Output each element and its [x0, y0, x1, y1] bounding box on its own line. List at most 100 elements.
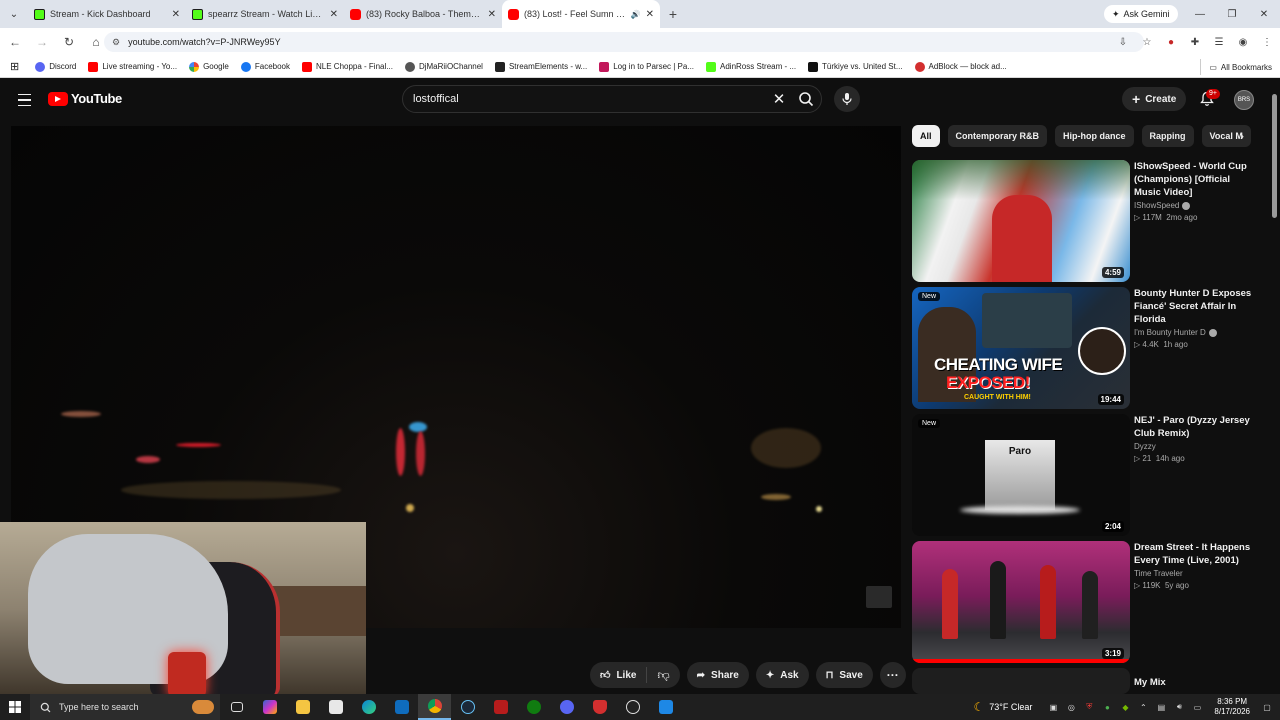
discord-icon[interactable] [550, 694, 583, 720]
back-icon[interactable]: ← [3, 30, 27, 54]
app-blue-icon[interactable] [649, 694, 682, 720]
channel-name[interactable]: IShowSpeed [1134, 201, 1179, 210]
file-explorer-icon[interactable] [286, 694, 319, 720]
voice-search-button[interactable] [834, 86, 860, 112]
recommended-mix[interactable]: My Mix [912, 668, 1252, 694]
close-tab-icon[interactable]: ✕ [646, 9, 654, 20]
browser-tab-spearrz-stream[interactable]: spearrz Stream - Watch Live on ✕ [186, 0, 344, 28]
notification-center-icon[interactable]: ▢ [1260, 700, 1274, 714]
windows-start-icon[interactable] [0, 694, 30, 720]
video-thumbnail[interactable]: CHEATING WIFE EXPOSED! CAUGHT WITH HIM! … [912, 287, 1130, 409]
more-actions-icon[interactable]: ··· [879, 662, 906, 688]
close-tab-icon[interactable]: ✕ [172, 9, 180, 20]
bookmark-star-icon[interactable]: ☆ [1138, 32, 1156, 52]
recommended-video[interactable]: Paro New 2:04 NEJ' - Paro (Dyzzy Jersey … [912, 414, 1252, 536]
notepad-icon[interactable] [319, 694, 352, 720]
video-thumbnail[interactable] [912, 668, 1130, 694]
bookmark-turkiye-vs-united-states[interactable]: Türkiye vs. United St... [802, 61, 908, 72]
search-button[interactable] [791, 86, 821, 112]
tray-xbox-icon[interactable]: ● [1100, 700, 1114, 714]
vpn-shield-icon[interactable] [583, 694, 616, 720]
account-avatar[interactable]: BRS [1234, 90, 1254, 110]
chip-rapping[interactable]: Rapping [1141, 125, 1194, 147]
close-tab-icon[interactable]: ✕ [330, 9, 338, 20]
video-title[interactable]: Bounty Hunter D Exposes Fiancé' Secret A… [1134, 287, 1256, 326]
reading-list-icon[interactable]: ☰ [1210, 32, 1228, 52]
minimize-icon[interactable]: — [1184, 0, 1216, 28]
clear-search-icon[interactable]: ✕ [767, 90, 791, 108]
tray-nvidia-icon[interactable]: ◆ [1118, 700, 1132, 714]
video-thumbnail[interactable]: Paro New 2:04 [912, 414, 1130, 536]
edge-icon[interactable] [352, 694, 385, 720]
tray-overflow-icon[interactable]: ⌃ [1136, 700, 1150, 714]
close-window-icon[interactable]: ✕ [1248, 0, 1280, 28]
battery-icon[interactable]: ▭ [1190, 700, 1204, 714]
tray-vpn-icon[interactable]: ⛨ [1082, 700, 1096, 714]
xbox-icon[interactable] [517, 694, 550, 720]
browser-tab-kick-dashboard[interactable]: Stream - Kick Dashboard ✕ [28, 0, 186, 28]
ask-gemini-button[interactable]: ✦ Ask Gemini [1104, 5, 1178, 23]
audio-playing-icon[interactable]: 🔊 [631, 10, 641, 19]
channel-name[interactable]: Time Traveler [1134, 569, 1183, 578]
new-tab-button[interactable]: + [660, 0, 686, 28]
chevron-right-icon[interactable]: › [1232, 126, 1252, 146]
recommended-video[interactable]: 4:59 IShowSpeed - World Cup (Champions) … [912, 160, 1252, 282]
close-tab-icon[interactable]: ✕ [488, 9, 496, 20]
video-title[interactable]: IShowSpeed - World Cup (Champions) [Offi… [1134, 160, 1256, 199]
recommended-video[interactable]: CHEATING WIFE EXPOSED! CAUGHT WITH HIM! … [912, 287, 1252, 409]
taskbar-clock[interactable]: 8:36 PM 8/17/2026 [1214, 697, 1250, 717]
bookmark-adinross-stream[interactable]: AdinRoss Stream - ... [700, 61, 802, 72]
chip-hip-hop-dance[interactable]: Hip-hop dance [1055, 125, 1134, 147]
tray-app-icon[interactable]: ▣ [1046, 700, 1060, 714]
bookmark-adblock[interactable]: AdBlock — block ad... [909, 61, 1013, 72]
tray-app-icon[interactable]: ◎ [1064, 700, 1078, 714]
reload-icon[interactable]: ↻ [57, 30, 81, 54]
share-button[interactable]: ➦ Share [686, 662, 749, 688]
chip-all[interactable]: All [912, 125, 940, 147]
copilot-icon[interactable] [253, 694, 286, 720]
browser-tab-lost-feel-sumn[interactable]: (83) Lost! - Feel Sumn (Offic 🔊 ✕ [502, 0, 660, 28]
video-thumbnail[interactable]: 3:19 [912, 541, 1130, 663]
extensions-puzzle-icon[interactable]: ✚ [1186, 32, 1204, 52]
volume-icon[interactable]: 🔊︎ [1172, 700, 1186, 714]
recommended-video[interactable]: 3:19 Dream Street - It Happens Every Tim… [912, 541, 1252, 663]
channel-name[interactable]: Dyzzy [1134, 442, 1156, 451]
save-button[interactable]: ⊓ Save [815, 662, 873, 688]
tab-search-dropdown[interactable]: ⌄ [0, 0, 28, 28]
bookmark-live-streaming[interactable]: Live streaming - Yo... [82, 61, 183, 72]
like-button[interactable]: 👍︎ Like [590, 667, 648, 683]
ask-button[interactable]: ✦ Ask [755, 662, 809, 688]
apps-grid-icon[interactable]: ⊞ [0, 60, 29, 73]
site-info-icon[interactable]: ⚙ [112, 37, 120, 48]
steam-icon[interactable] [451, 694, 484, 720]
video-thumbnail[interactable]: 4:59 [912, 160, 1130, 282]
search-box[interactable]: lostoffical ✕ [402, 85, 822, 113]
taskbar-search-box[interactable]: Type here to search [30, 694, 220, 720]
bookmark-google[interactable]: Google [183, 61, 235, 72]
page-scrollbar[interactable] [1270, 82, 1280, 692]
video-title[interactable]: My Mix [1134, 676, 1252, 689]
scrollbar-thumb[interactable] [1272, 94, 1277, 218]
address-bar[interactable]: ⚙ youtube.com/watch?v=P-JNRWey95Y [104, 32, 1144, 52]
dislike-button[interactable]: 👎︎ [647, 668, 679, 683]
task-view-icon[interactable] [220, 694, 253, 720]
menu-kebab-icon[interactable]: ⋮ [1258, 32, 1276, 52]
store-icon[interactable] [385, 694, 418, 720]
obs-icon[interactable] [616, 694, 649, 720]
bookmark-streamelements[interactable]: StreamElements - w... [489, 61, 593, 72]
chrome-icon[interactable] [418, 694, 451, 720]
hamburger-menu-icon[interactable] [12, 89, 36, 111]
forward-icon[interactable]: → [30, 30, 54, 54]
bookmark-parsec[interactable]: Log in to Parsec | Pa... [593, 61, 700, 72]
bookmark-discord[interactable]: Discord [29, 61, 82, 72]
video-title[interactable]: NEJ' - Paro (Dyzzy Jersey Club Remix) [1134, 414, 1256, 440]
video-title[interactable]: Dream Street - It Happens Every Time (Li… [1134, 541, 1256, 567]
all-bookmarks-button[interactable]: ▭ All Bookmarks [1200, 59, 1272, 75]
chip-contemporary-rnb[interactable]: Contemporary R&B [947, 125, 1048, 147]
weather-widget[interactable]: ☾ 73°F Clear [974, 700, 1033, 714]
bookmark-nle-choppa[interactable]: NLE Choppa - Final... [296, 61, 399, 72]
network-icon[interactable]: ▤ [1154, 700, 1168, 714]
create-button[interactable]: + Create [1122, 87, 1187, 111]
install-app-icon[interactable]: ⇩ [1114, 32, 1132, 52]
bookmark-djmariiochannel[interactable]: DjMaRiiOChannel [399, 61, 489, 72]
